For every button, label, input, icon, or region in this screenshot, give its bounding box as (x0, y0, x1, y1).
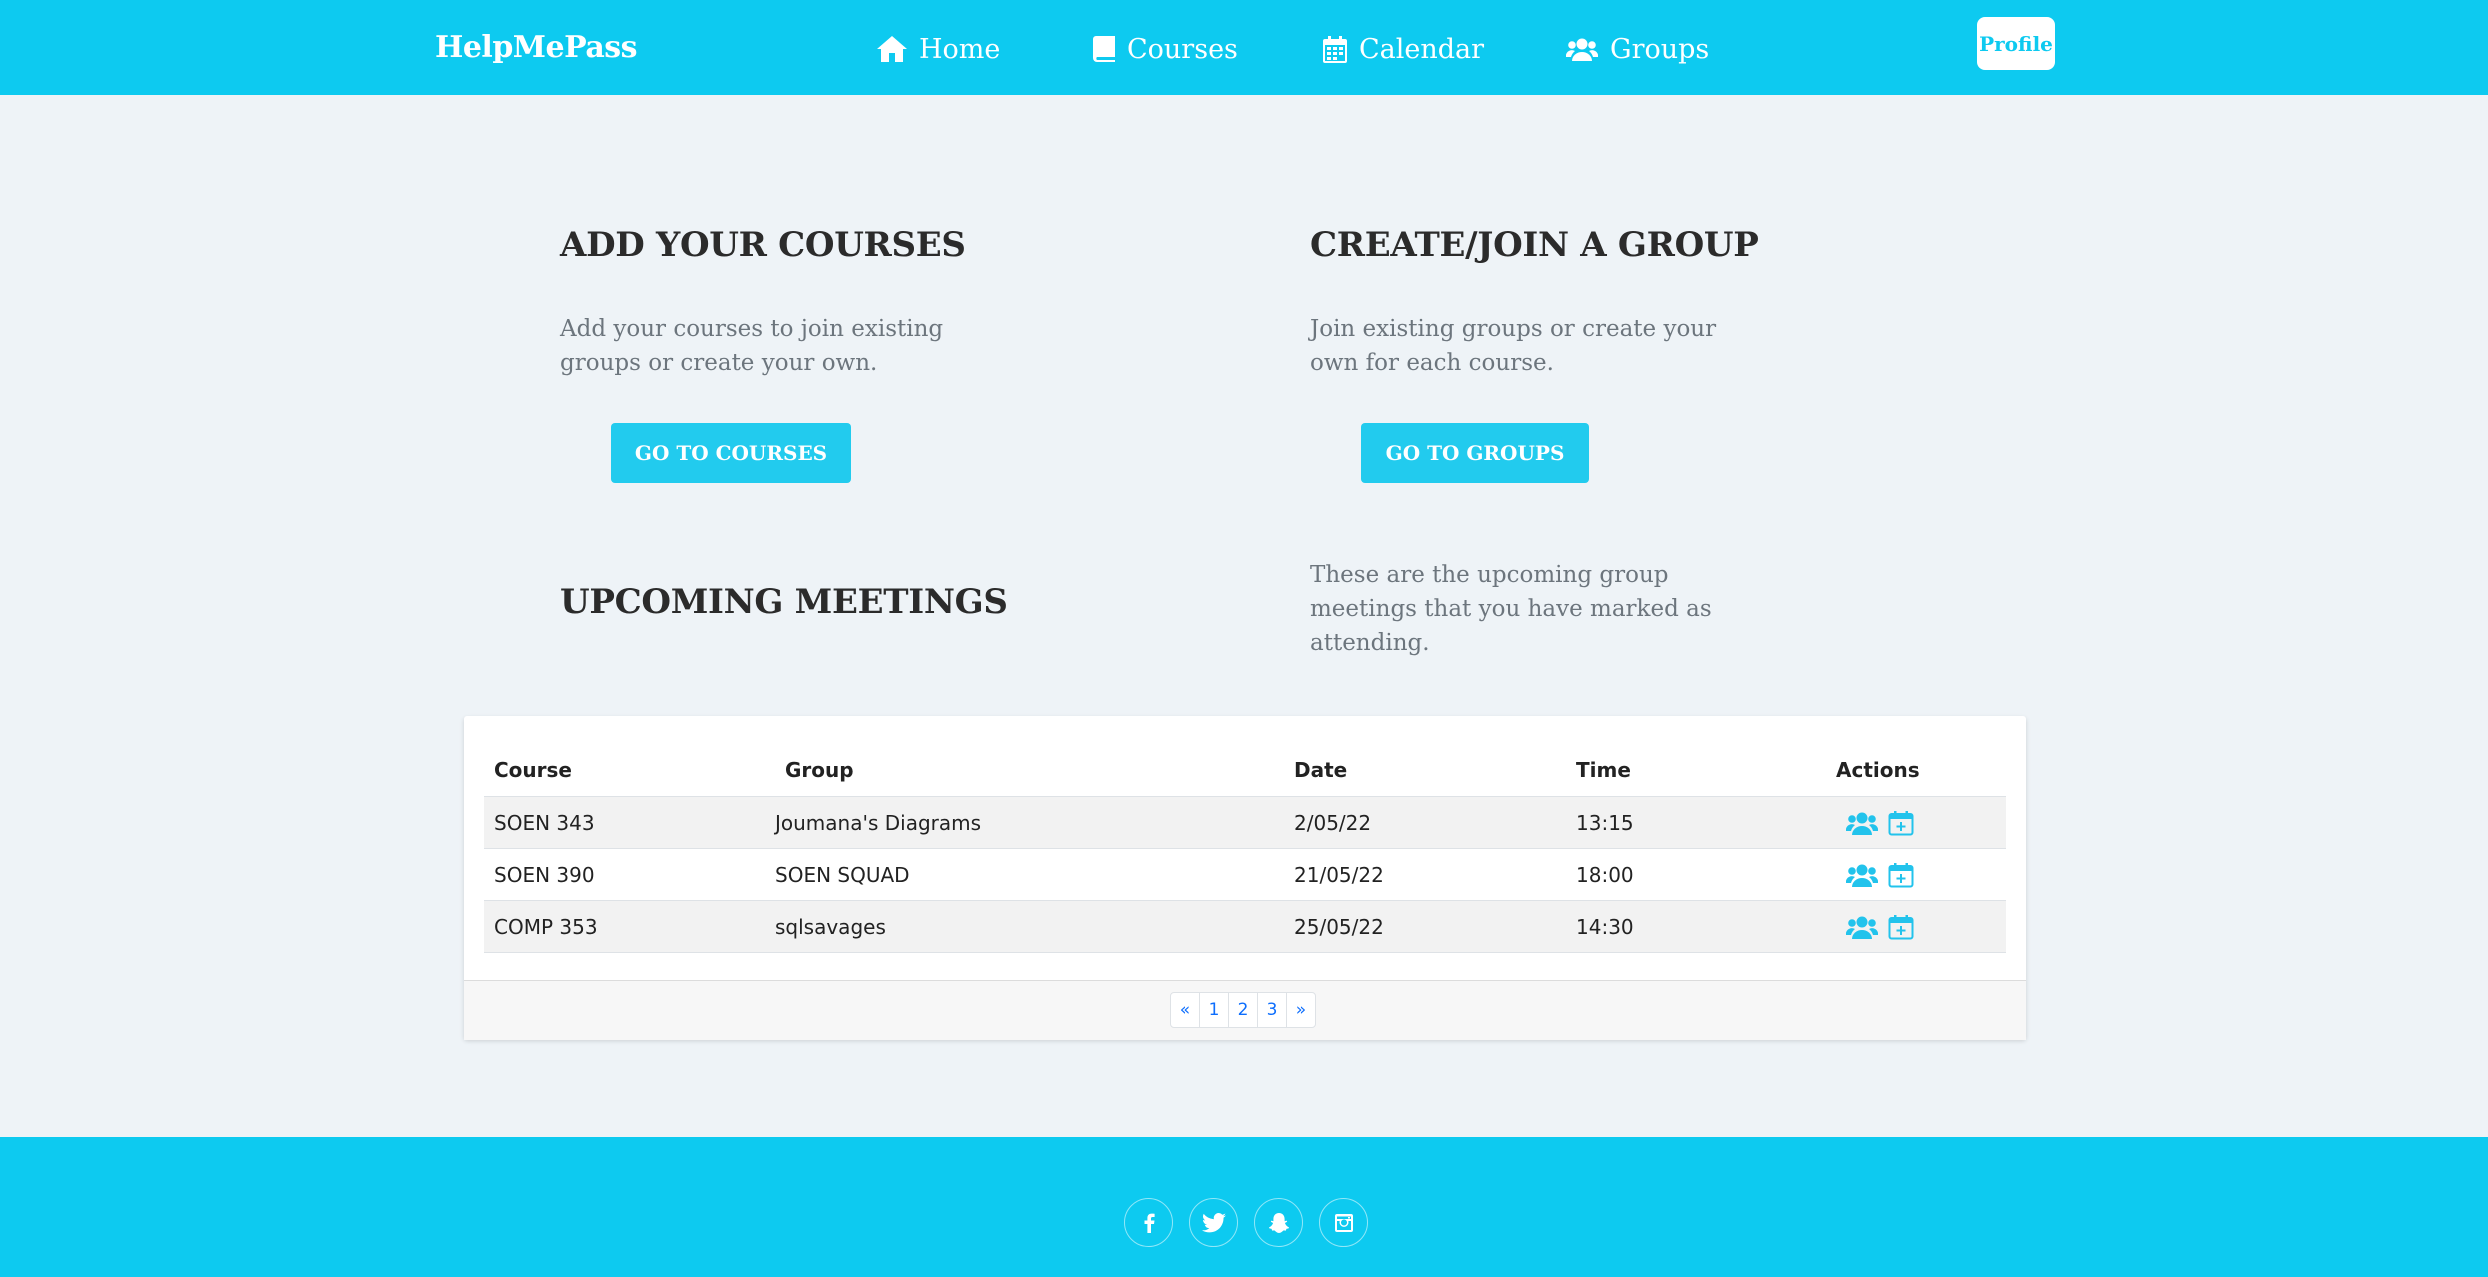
join-group-text-line1: Join existing groups or create your (1310, 316, 1717, 342)
column-header-group: Group (785, 758, 854, 782)
cell-course: SOEN 343 (494, 810, 595, 835)
users-icon (1566, 38, 1598, 61)
column-header-date: Date (1294, 758, 1348, 782)
instagram-link[interactable] (1319, 1198, 1368, 1247)
calendar-icon (1323, 35, 1347, 63)
table-row: COMP 353 sqlsavages 25/05/22 14:30 (484, 901, 2006, 953)
column-header-actions: Actions (1836, 758, 1920, 782)
table-header: Course Group Date Time Actions (484, 744, 2006, 798)
add-courses-description: Add your courses to join existing groups… (560, 312, 943, 380)
add-courses-title: ADD YOUR COURSES (560, 225, 966, 265)
cell-date: 25/05/22 (1294, 914, 1384, 939)
join-group-text-line2: own for each course. (1310, 350, 1554, 376)
snapchat-link[interactable] (1254, 1198, 1303, 1247)
go-to-groups-button[interactable]: GO TO GROUPS (1361, 423, 1589, 483)
home-icon (877, 36, 907, 62)
pagination-previous[interactable]: « (1170, 992, 1200, 1028)
pagination: « 1 2 3 » (1170, 992, 1316, 1028)
twitter-link[interactable] (1189, 1198, 1238, 1247)
profile-button[interactable]: Profile (1977, 17, 2055, 70)
calendar-plus-icon[interactable] (1888, 914, 1914, 940)
upcoming-meetings-title: UPCOMING MEETINGS (560, 582, 1008, 622)
row-actions (1846, 849, 1914, 900)
nav-calendar[interactable]: Calendar (1323, 30, 1484, 68)
table-row: SOEN 390 SOEN SQUAD 21/05/22 18:00 (484, 849, 2006, 901)
meetings-text-line3: attending. (1310, 630, 1430, 656)
users-icon[interactable] (1846, 915, 1878, 939)
row-actions (1846, 901, 1914, 952)
column-header-time: Time (1576, 758, 1631, 782)
pagination-page-1[interactable]: 1 (1199, 992, 1229, 1028)
cell-course: SOEN 390 (494, 862, 595, 887)
add-courses-text-line2: groups or create your own. (560, 350, 878, 376)
instagram-icon (1334, 1213, 1353, 1232)
snapchat-icon (1268, 1212, 1289, 1233)
cell-group: Joumana's Diagrams (775, 810, 982, 835)
pagination-page-2[interactable]: 2 (1228, 992, 1258, 1028)
nav-courses[interactable]: Courses (1093, 30, 1238, 68)
meetings-text-line1: These are the upcoming group (1310, 562, 1669, 588)
calendar-plus-icon[interactable] (1888, 810, 1914, 836)
site-footer (0, 1137, 2488, 1277)
users-icon[interactable] (1846, 863, 1878, 887)
row-actions (1846, 797, 1914, 848)
navbar: HelpMePass Home Courses Calendar Groups … (0, 0, 2488, 95)
facebook-link[interactable] (1124, 1198, 1173, 1247)
pagination-next[interactable]: » (1286, 992, 1316, 1028)
nav-calendar-label: Calendar (1359, 33, 1485, 65)
nav-home-label: Home (919, 33, 1001, 65)
cell-date: 2/05/22 (1294, 810, 1372, 835)
cell-date: 21/05/22 (1294, 862, 1384, 887)
pagination-page-3[interactable]: 3 (1257, 992, 1287, 1028)
nav-home[interactable]: Home (877, 30, 1000, 68)
cell-time: 18:00 (1576, 862, 1634, 887)
book-icon (1093, 36, 1115, 62)
meetings-text-line2: meetings that you have marked as (1310, 596, 1712, 622)
join-group-description: Join existing groups or create your own … (1310, 312, 1716, 380)
join-group-title: CREATE/JOIN A GROUP (1310, 225, 1759, 265)
cell-group: sqlsavages (775, 914, 886, 939)
table-row: SOEN 343 Joumana's Diagrams 2/05/22 13:1… (484, 797, 2006, 849)
users-icon[interactable] (1846, 811, 1878, 835)
nav-groups-label: Groups (1610, 33, 1710, 65)
add-courses-text-line1: Add your courses to join existing (560, 316, 944, 342)
cell-time: 13:15 (1576, 810, 1634, 835)
nav-courses-label: Courses (1127, 33, 1238, 65)
calendar-plus-icon[interactable] (1888, 862, 1914, 888)
twitter-icon (1201, 1212, 1226, 1232)
upcoming-meetings-description: These are the upcoming group meetings th… (1310, 558, 1712, 660)
go-to-courses-button[interactable]: GO TO COURSES (611, 423, 851, 483)
facebook-icon (1144, 1213, 1155, 1233)
column-header-course: Course (494, 758, 572, 782)
cell-group: SOEN SQUAD (775, 862, 910, 887)
cell-course: COMP 353 (494, 914, 598, 939)
meetings-table-card: Course Group Date Time Actions SOEN 343 … (464, 716, 2026, 1040)
cell-time: 14:30 (1576, 914, 1634, 939)
nav-groups[interactable]: Groups (1566, 30, 1709, 68)
brand-logo[interactable]: HelpMePass (435, 30, 638, 65)
table-card-footer: « 1 2 3 » (464, 980, 2026, 1040)
